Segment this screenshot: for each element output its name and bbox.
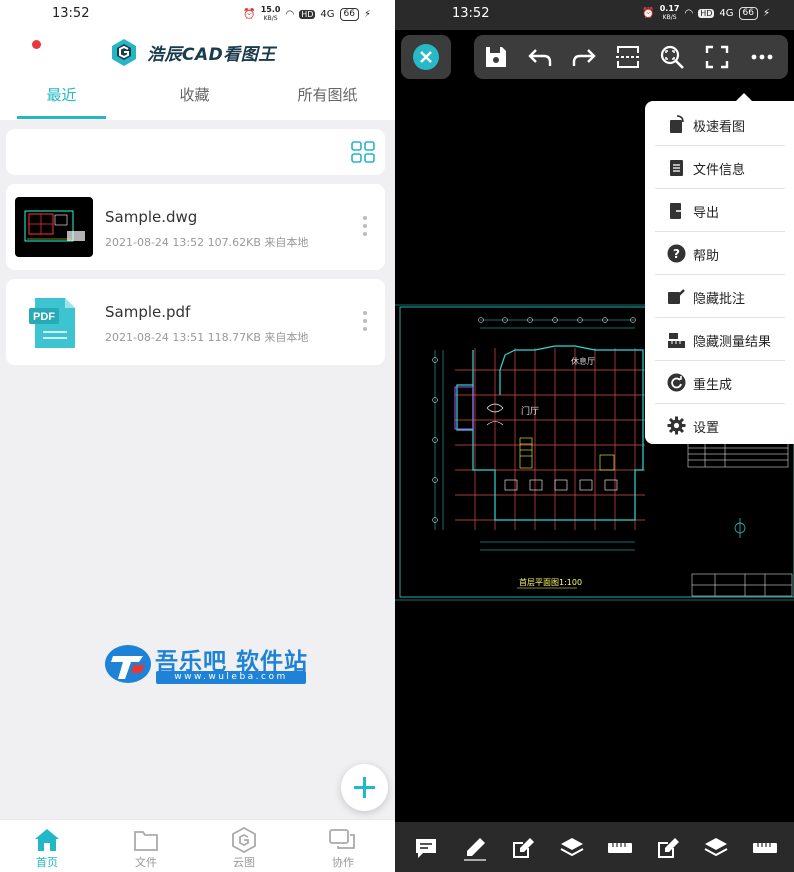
scan-region-icon[interactable] (615, 44, 641, 70)
network-speed: 0.17 KB/S (659, 4, 680, 22)
close-drawing-button[interactable] (401, 35, 451, 79)
file-name: Sample.dwg (105, 208, 198, 226)
dwg-thumbnail (15, 197, 93, 257)
close-icon (420, 51, 432, 63)
tab-recent[interactable]: 最近 (17, 84, 106, 105)
hd-icon: HD (698, 9, 715, 18)
help-icon: ? (667, 244, 686, 263)
top-toolbar (474, 35, 788, 79)
menu-item-export[interactable]: 导出 (655, 189, 785, 232)
menu-item-file-info[interactable]: 文件信息 (655, 146, 785, 189)
menu-item-fast-view[interactable]: 极速看图 (655, 103, 785, 146)
menu-item-help[interactable]: ? 帮助 (655, 232, 785, 275)
more-options-menu: 极速看图 文件信息 导出 ? 帮助 隐藏批注 隐藏测量结果 重生成 设置 (645, 101, 794, 444)
more-options-icon[interactable] (363, 216, 367, 238)
layers-icon[interactable] (703, 835, 729, 861)
status-bar: 13:52 ⏰ 15.0 KB/S ◠ HD 4G 66 ⚡ (0, 0, 395, 30)
edit-icon[interactable] (655, 835, 681, 861)
nav-home[interactable]: 首页 (17, 826, 77, 870)
plan-title-label: 首层平面图1:100 (519, 577, 582, 587)
wifi-icon: ◠ (684, 8, 694, 19)
tab-favorites[interactable]: 收藏 (150, 84, 239, 105)
zoom-fit-icon[interactable] (659, 44, 685, 70)
hide-measure-icon (668, 333, 685, 348)
app-logo: 浩辰CAD看图王 (109, 37, 276, 67)
hd-icon: HD (299, 10, 316, 19)
redo-icon[interactable] (571, 44, 597, 70)
app-header: 浩辰CAD看图王 最近 收藏 所有图纸 (0, 30, 395, 120)
bottom-navigation: 首页 文件 云图 协作 (0, 819, 395, 872)
watermark-logo-icon (105, 645, 151, 683)
watermark-url: www.wuleba.com (156, 671, 306, 684)
fullscreen-icon[interactable] (704, 44, 730, 70)
more-options-icon[interactable] (363, 311, 367, 333)
battery-icon: 66 (339, 8, 359, 21)
chat-icon (329, 829, 355, 849)
pdf-label: PDF (33, 311, 55, 323)
save-icon[interactable] (483, 44, 509, 70)
view-toggle-bar (6, 129, 385, 175)
wifi-icon: ◠ (285, 9, 295, 20)
menu-item-settings[interactable]: 设置 (655, 404, 785, 447)
svg-text:?: ? (673, 247, 680, 261)
room-label-hall: 门厅 (521, 405, 539, 417)
menu-item-regenerate[interactable]: 重生成 (655, 361, 785, 404)
file-info-icon (670, 160, 683, 176)
drawing-toolbar-bottom (395, 822, 794, 872)
folder-icon (134, 831, 158, 851)
nav-collaborate[interactable]: 协作 (313, 826, 373, 870)
menu-item-hide-measurements[interactable]: 隐藏测量结果 (655, 318, 785, 361)
tab-bar: 最近 收藏 所有图纸 (0, 82, 395, 120)
file-meta: 2021-08-24 13:51 118.77KB 来自本地 (105, 331, 309, 344)
charging-icon: ⚡ (363, 9, 371, 20)
more-icon[interactable] (749, 44, 775, 70)
left-screen: 13:52 ⏰ 15.0 KB/S ◠ HD 4G 66 ⚡ 浩辰CAD看图王 最… (0, 0, 395, 872)
network-speed: 15.0 KB/S (260, 5, 281, 23)
status-icons: ⏰ 0.17 KB/S ◠ HD 4G 66 ⚡ (642, 5, 770, 22)
file-meta: 2021-08-24 13:52 107.62KB 来自本地 (105, 236, 309, 249)
tab-all-drawings[interactable]: 所有图纸 (283, 84, 372, 105)
measure-icon[interactable] (607, 835, 633, 861)
nav-cloud[interactable]: 云图 (214, 826, 274, 870)
add-file-button[interactable] (341, 764, 388, 811)
settings-icon (667, 416, 686, 435)
regenerate-icon (667, 373, 686, 392)
nav-files[interactable]: 文件 (116, 826, 176, 870)
signal-icon: 4G (719, 8, 734, 19)
plus-icon (354, 777, 375, 798)
right-screen: 13:52 ⏰ 0.17 KB/S ◠ HD 4G 66 ⚡ 门厅 休息厅 首层… (395, 0, 794, 872)
status-icons: ⏰ 15.0 KB/S ◠ HD 4G 66 ⚡ (243, 6, 371, 23)
alarm-icon: ⏰ (642, 8, 655, 19)
home-icon (35, 829, 59, 851)
comment-icon[interactable] (413, 835, 439, 861)
pdf-thumbnail: PDF (15, 292, 93, 352)
export-icon (670, 203, 686, 219)
alarm-icon: ⏰ (243, 9, 256, 20)
charging-icon: ⚡ (762, 8, 770, 19)
file-card-pdf[interactable]: PDF Sample.pdf 2021-08-24 13:51 118.77KB… (6, 279, 385, 365)
grid-view-icon[interactable] (351, 141, 375, 163)
status-bar: 13:52 ⏰ 0.17 KB/S ◠ HD 4G 66 ⚡ (395, 0, 794, 30)
watermark: 吾乐吧 软件站 www.wuleba.com (103, 642, 308, 686)
cloud-drawing-icon (232, 827, 256, 853)
status-time: 13:52 (452, 6, 490, 21)
measure-icon[interactable] (752, 835, 778, 861)
battery-icon: 66 (738, 7, 758, 20)
active-tab-indicator (17, 116, 106, 119)
pen-icon[interactable] (462, 835, 488, 861)
menu-item-hide-annotations[interactable]: 隐藏批注 (655, 275, 785, 318)
edit-icon[interactable] (510, 835, 536, 861)
notification-dot[interactable] (32, 40, 41, 49)
file-card-dwg[interactable]: Sample.dwg 2021-08-24 13:52 107.62KB 来自本… (6, 184, 385, 270)
layers-icon[interactable] (559, 835, 585, 861)
hide-annotation-icon (668, 289, 685, 304)
room-label-lounge: 休息厅 (571, 356, 595, 366)
status-time: 13:52 (52, 6, 90, 21)
file-name: Sample.pdf (105, 303, 191, 321)
fast-view-icon (670, 115, 684, 133)
signal-icon: 4G (320, 9, 335, 20)
app-title: 浩辰CAD看图王 (147, 44, 276, 65)
app-logo-icon (112, 39, 136, 66)
undo-icon[interactable] (527, 44, 553, 70)
